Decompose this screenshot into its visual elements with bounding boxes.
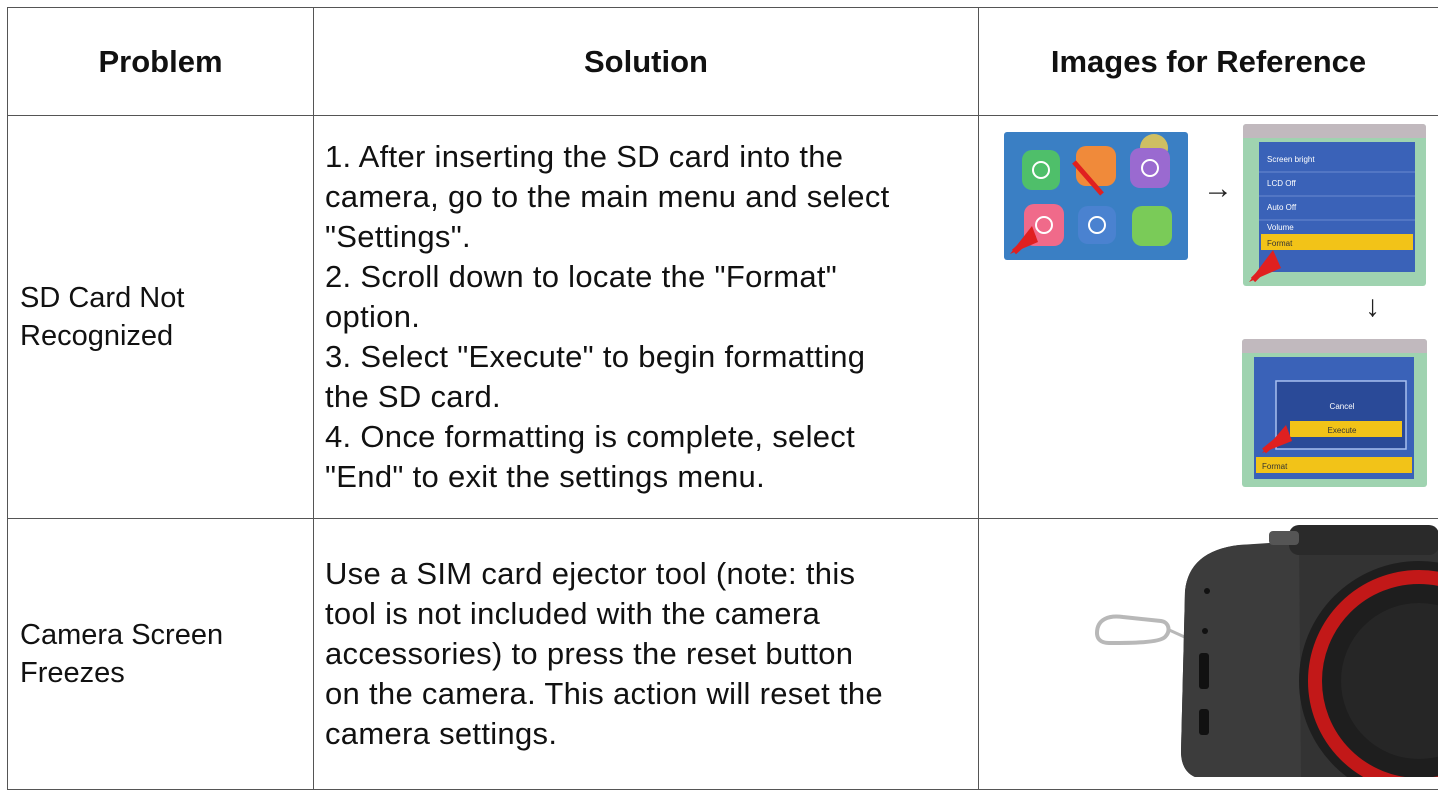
menu-item: Volume <box>1267 223 1294 232</box>
troubleshooting-table: Problem Solution Images for Reference SD… <box>7 7 1438 790</box>
solution-line: on the camera. This action will reset th… <box>325 674 968 714</box>
solution-line: Use a SIM card ejector tool (note: this <box>325 554 968 594</box>
problem-line: Recognized <box>20 317 313 355</box>
problem-line: Freezes <box>20 654 313 692</box>
table-row: SD Card Not Recognized 1. After insertin… <box>8 116 1438 519</box>
solution-line: 2. Scroll down to locate the "Format" <box>325 257 968 297</box>
arrow-right-icon: → <box>1203 172 1233 206</box>
settings-menu-screenshot: Screen bright LCD Off Auto Off Volume Fo… <box>1243 124 1426 286</box>
menu-item: Screen bright <box>1267 155 1315 164</box>
table-row: Camera Screen Freezes Use a SIM card eje… <box>8 519 1438 790</box>
solution-cell: Use a SIM card ejector tool (note: this … <box>314 519 979 790</box>
camera-reset-photo <box>1089 521 1438 777</box>
menu-item-highlighted: Format <box>1262 462 1288 471</box>
problem-line: SD Card Not <box>20 279 313 317</box>
dialog-option: Cancel <box>1330 402 1355 411</box>
arrow-down-icon: ↓ <box>1365 290 1380 324</box>
solution-line: camera settings. <box>325 714 968 754</box>
problem-cell: SD Card Not Recognized <box>8 116 314 519</box>
dialog-option-highlighted: Execute <box>1328 426 1357 435</box>
header-row: Problem Solution Images for Reference <box>8 8 1438 116</box>
solution-line: camera, go to the main menu and select <box>325 177 968 217</box>
solution-line: option. <box>325 297 968 337</box>
format-confirm-screenshot: Cancel Execute Format <box>1242 339 1427 487</box>
problem-cell: Camera Screen Freezes <box>8 519 314 790</box>
header-images: Images for Reference <box>979 8 1438 116</box>
header-solution: Solution <box>314 8 979 116</box>
solution-line: "End" to exit the settings menu. <box>325 457 968 497</box>
menu-item-highlighted: Format <box>1267 239 1293 248</box>
solution-line: 4. Once formatting is complete, select <box>325 417 968 457</box>
reference-images-cell <box>979 519 1438 790</box>
header-problem: Problem <box>8 8 314 116</box>
solution-line: 1. After inserting the SD card into the <box>325 137 968 177</box>
menu-item: Auto Off <box>1267 203 1297 212</box>
solution-line: 3. Select "Execute" to begin formatting <box>325 337 968 377</box>
main-menu-screenshot <box>1004 132 1188 260</box>
reference-images-cell: → Screen bright LCD Off Auto Off Volume … <box>979 116 1438 519</box>
problem-line: Camera Screen <box>20 616 313 654</box>
solution-line: accessories) to press the reset button <box>325 634 968 674</box>
menu-item: LCD Off <box>1267 179 1297 188</box>
solution-line: the SD card. <box>325 377 968 417</box>
solution-line: "Settings". <box>325 217 968 257</box>
solution-cell: 1. After inserting the SD card into the … <box>314 116 979 519</box>
solution-line: tool is not included with the camera <box>325 594 968 634</box>
